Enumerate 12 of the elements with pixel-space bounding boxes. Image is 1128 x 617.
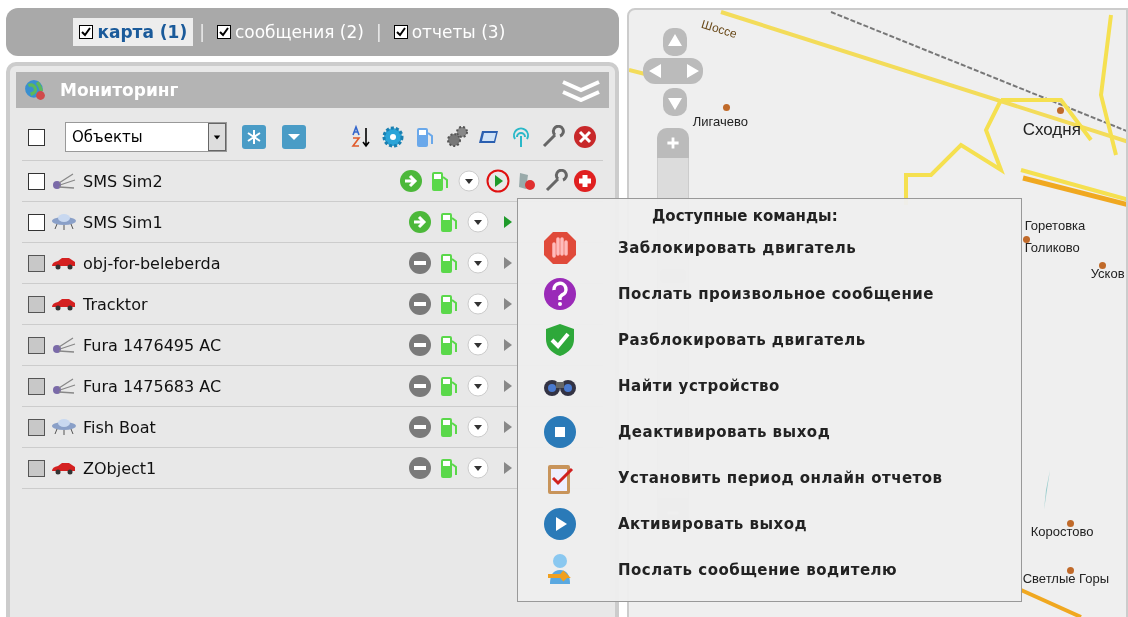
place-label: Коростово [1030, 524, 1094, 539]
tab-separator: | [199, 22, 205, 42]
place-label: Лигачево [692, 114, 748, 129]
place-label: Голиково [1024, 240, 1080, 255]
place-label: Светлые Горы [1022, 571, 1110, 586]
tab-separator: | [375, 22, 382, 42]
road-label: Шоссе [699, 17, 739, 41]
panel-title: Мониторинг [60, 80, 180, 100]
place-label: Усков [1090, 266, 1125, 281]
place-label: Сходня [1022, 120, 1081, 140]
popup-title: Доступные команды: [652, 207, 839, 225]
place-label: Горетовка [1024, 218, 1086, 233]
